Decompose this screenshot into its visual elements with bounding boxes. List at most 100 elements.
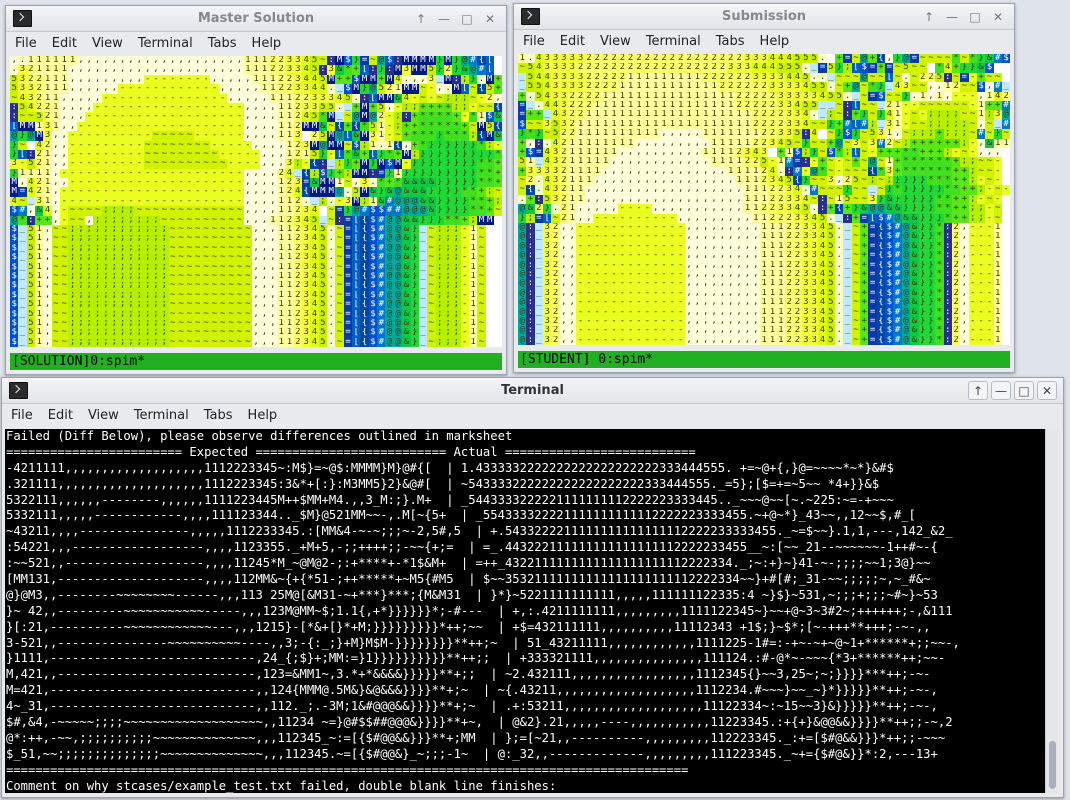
- ascii-cell: 4: [310, 234, 319, 244]
- ascii-cell: -: [193, 102, 202, 113]
- ascii-cell: ~: [851, 194, 861, 205]
- ascii-cell: =: [343, 225, 353, 235]
- ascii-cell: 2: [718, 82, 727, 92]
- menu-tabs[interactable]: Tabs: [713, 34, 753, 49]
- ascii-cell: 2: [551, 260, 560, 270]
- ascii-cell: &: [460, 65, 469, 75]
- ascii-cell: ,: [751, 326, 760, 336]
- menu-help[interactable]: Help: [245, 408, 286, 423]
- menu-tabs[interactable]: Tabs: [201, 408, 241, 423]
- ascii-cell: -: [101, 131, 111, 141]
- terminal-titlebar[interactable]: Terminal ↑ — □ ✕: [2, 378, 1063, 404]
- ascii-cell: ,: [243, 74, 252, 85]
- ascii-cell: 2: [885, 138, 894, 148]
- ascii-cell: 2: [559, 157, 569, 167]
- scrollbar-thumb[interactable]: [1049, 741, 1056, 789]
- close-icon[interactable]: ✕: [480, 9, 500, 28]
- menu-file[interactable]: File: [12, 36, 45, 51]
- ascii-cell: .: [801, 63, 811, 73]
- ascii-cell: ;: [85, 262, 94, 272]
- menu-file[interactable]: File: [520, 34, 553, 49]
- master-terminal-pane[interactable]: ,. 1 1 1 1 1 1,,,,,,,,,,,,,,,,,,,, 1 1 1 2 2 3 3 4 5 ~: M…: [10, 56, 502, 370]
- ascii-cell: $: [10, 206, 19, 216]
- menu-edit[interactable]: Edit: [45, 408, 81, 423]
- menu-help[interactable]: Help: [757, 34, 798, 49]
- menu-help[interactable]: Help: [249, 36, 290, 51]
- menu-view[interactable]: View: [597, 34, 639, 49]
- ascii-cell: #: [893, 326, 902, 336]
- ascii-cell: }: [926, 279, 936, 289]
- ascii-cell: 2: [268, 56, 277, 66]
- terminal-output[interactable]: Failed (Diff Below), please observe diff…: [5, 429, 1045, 793]
- ascii-cell: ,: [85, 84, 94, 94]
- ascii-cell: ,: [526, 138, 535, 148]
- ascii-cell: ~: [851, 326, 861, 336]
- ascii-cell: -: [659, 307, 669, 317]
- ascii-cell: .: [327, 243, 336, 254]
- ascii-cell: *: [918, 157, 927, 167]
- close-icon[interactable]: ✕: [988, 7, 1008, 26]
- ascii-cell: {: [393, 140, 403, 150]
- menu-file[interactable]: File: [8, 408, 41, 423]
- ascii-cell: ,: [568, 241, 577, 252]
- menu-edit[interactable]: Edit: [557, 34, 593, 49]
- menu-tabs[interactable]: Tabs: [205, 36, 245, 51]
- menu-terminal[interactable]: Terminal: [131, 408, 197, 423]
- ascii-cell: 2: [759, 129, 769, 139]
- ascii-cell: }: [377, 65, 386, 75]
- ascii-cell: }: [427, 159, 436, 169]
- raise-icon[interactable]: ↑: [968, 381, 988, 400]
- ascii-cell: ;: [452, 93, 461, 103]
- menu-view[interactable]: View: [85, 408, 127, 423]
- minimize-icon[interactable]: —: [434, 9, 454, 28]
- minimize-icon[interactable]: —: [942, 7, 962, 26]
- submission-terminal-pane[interactable]: 1.4333332222222222222222222333444555. + =…: [518, 54, 1010, 368]
- ascii-cell: 2: [793, 335, 802, 346]
- ascii-cell: ~: [68, 215, 77, 226]
- ascii-cell: ,: [51, 168, 61, 179]
- ascii-cell: ,: [260, 140, 269, 150]
- ascii-cell: -: [618, 335, 627, 346]
- ascii-cell: 1: [768, 335, 777, 346]
- ascii-cell: -: [676, 326, 685, 336]
- ascii-cell: ;: [93, 253, 102, 263]
- ascii-cell: +: [377, 74, 386, 85]
- ascii-row: @: _ 3 2,, - - - - - - - - - - - - -,,,,,,,,, 1 1 1 2 2 3 3 4 5. _…: [518, 316, 1010, 327]
- ascii-row: @: _ 3 2,, - - - - - - - - - - - - -,,,,,,,,, 1 1 1 2 2 3 3 4 5. _…: [518, 251, 1010, 261]
- ascii-cell: #: [885, 213, 894, 224]
- raise-icon[interactable]: ↑: [919, 7, 939, 26]
- ascii-cell: -: [302, 159, 311, 169]
- close-icon[interactable]: ✕: [1037, 381, 1057, 400]
- terminal-scrollbar[interactable]: [1045, 429, 1059, 793]
- submission-titlebar[interactable]: Submission ↑ — □ ✕: [514, 4, 1014, 30]
- ascii-cell: $: [368, 243, 378, 254]
- ascii-cell: [1001, 326, 1010, 336]
- ascii-cell: 1: [776, 326, 785, 336]
- ascii-cell: #: [860, 119, 869, 130]
- ascii-cell: ,: [76, 93, 86, 103]
- ascii-cell: -: [85, 178, 94, 188]
- ascii-cell: -: [651, 316, 660, 327]
- ascii-cell: 2: [793, 241, 802, 252]
- menu-view[interactable]: View: [89, 36, 131, 51]
- maximize-icon[interactable]: □: [1014, 381, 1034, 400]
- ascii-cell: }: [460, 196, 469, 207]
- ascii-cell: ,: [260, 328, 269, 338]
- ascii-cell: 2: [26, 74, 36, 85]
- menu-terminal[interactable]: Terminal: [643, 34, 709, 49]
- master-titlebar[interactable]: Master Solution ↑ — □ ✕: [6, 6, 506, 32]
- ascii-cell: ;: [435, 318, 444, 329]
- menu-edit[interactable]: Edit: [49, 36, 85, 51]
- raise-icon[interactable]: ↑: [411, 9, 431, 28]
- ascii-cell: 1: [768, 269, 777, 280]
- ascii-cell: 2: [568, 100, 577, 111]
- ascii-cell: -: [68, 131, 77, 141]
- ascii-cell: }: [810, 147, 819, 158]
- menu-terminal[interactable]: Terminal: [135, 36, 201, 51]
- ascii-cell: *: [935, 307, 944, 317]
- ascii-cell: ,: [718, 176, 727, 186]
- ascii-cell: ~: [235, 262, 244, 272]
- maximize-icon[interactable]: □: [457, 9, 477, 28]
- maximize-icon[interactable]: □: [965, 7, 985, 26]
- minimize-icon[interactable]: —: [991, 381, 1011, 400]
